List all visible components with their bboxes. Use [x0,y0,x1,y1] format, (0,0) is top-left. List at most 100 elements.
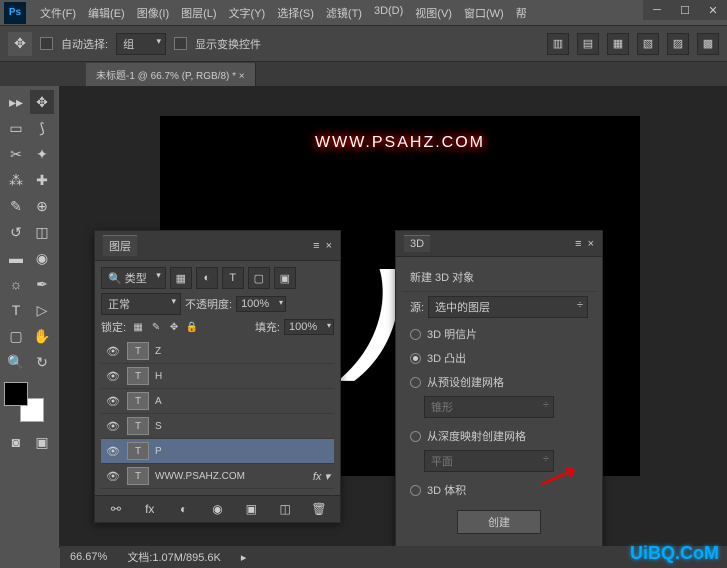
eyedropper-tool[interactable]: ⁂ [4,168,28,192]
fg-color[interactable] [4,382,28,406]
radio-button[interactable] [410,353,421,364]
3d-option-row[interactable]: 3D 明信片 [402,322,596,346]
layer-row[interactable]: 👁TWWW.PSAHZ.COMfx ▾ [101,464,334,489]
type-tool[interactable]: T [4,298,28,322]
layers-tab[interactable]: 图层 [103,235,137,256]
minimize-button[interactable]: ─ [643,0,671,20]
radio-button[interactable] [410,377,421,388]
history-tool[interactable]: ↺ [4,220,28,244]
quickmask-tool[interactable]: ◙ [4,430,28,454]
align-icon[interactable]: ▩ [697,33,719,55]
lock-pixels-icon[interactable]: ✎ [148,319,164,335]
screen-tool[interactable]: ▣ [30,430,54,454]
layer-row[interactable]: 👁TZ [101,339,334,364]
visibility-icon[interactable]: 👁 [105,418,121,434]
3d-option-row[interactable]: 3D 凸出 [402,346,596,370]
layer-row[interactable]: 👁TA [101,389,334,414]
path-tool[interactable]: ▷ [30,298,54,322]
menu-item[interactable]: 文件(F) [34,1,82,25]
align-icon[interactable]: ▧ [637,33,659,55]
radio-button[interactable] [410,329,421,340]
mask-icon[interactable]: ◐ [175,500,193,518]
align-icon[interactable]: ▤ [577,33,599,55]
filter-pixel-icon[interactable]: ▦ [170,267,192,289]
visibility-icon[interactable]: 👁 [105,443,121,459]
blur-tool[interactable]: ◉ [30,246,54,270]
marquee-tool[interactable]: ▭ [4,116,28,140]
new-layer-icon[interactable]: ◫ [276,500,294,518]
hand-tool[interactable]: ✋ [30,324,54,348]
crop-tool[interactable]: ✂ [4,142,28,166]
filter-type-icon[interactable]: T [222,267,244,289]
visibility-icon[interactable]: 👁 [105,368,121,384]
menu-item[interactable]: 编辑(E) [82,1,131,25]
expand-icon[interactable]: ▸▸ [4,90,28,114]
pen-tool[interactable]: ✒ [30,272,54,296]
panel-menu-icon[interactable]: ≡ [575,238,581,250]
rotate-tool[interactable]: ↻ [30,350,54,374]
menu-item[interactable]: 滤镜(T) [320,1,368,25]
zoom-level[interactable]: 66.67% [70,551,107,563]
auto-select-checkbox[interactable] [40,37,53,50]
fx-icon[interactable]: fx [141,500,159,518]
align-icon[interactable]: ▦ [607,33,629,55]
menu-item[interactable]: 帮 [510,1,533,25]
document-tab[interactable]: 未标题-1 @ 66.7% (P, RGB/8) * × [86,63,256,86]
source-dropdown[interactable]: 选中的图层 [428,296,588,318]
group-icon[interactable]: ▣ [242,500,260,518]
3d-option-row[interactable]: 从预设创建网格 [402,370,596,394]
create-button[interactable]: 创建 [457,510,541,534]
filter-adjust-icon[interactable]: ◐ [196,267,218,289]
dodge-tool[interactable]: ☼ [4,272,28,296]
color-swatches[interactable] [4,382,44,422]
gradient-tool[interactable]: ▬ [4,246,28,270]
info-chevron-icon[interactable]: ▸ [241,551,247,564]
shape-tool[interactable]: ▢ [4,324,28,348]
visibility-icon[interactable]: 👁 [105,393,121,409]
fill-field[interactable]: 100% [284,319,334,335]
3d-option-row[interactable]: 从深度映射创建网格 [402,424,596,448]
layer-row[interactable]: 👁TP [101,439,334,464]
close-button[interactable]: ✕ [699,0,727,20]
heal-tool[interactable]: ✚ [30,168,54,192]
wand-tool[interactable]: ✦ [30,142,54,166]
menu-item[interactable]: 文字(Y) [223,1,272,25]
menu-item[interactable]: 窗口(W) [458,1,510,25]
menu-item[interactable]: 视图(V) [409,1,458,25]
3d-tab[interactable]: 3D [404,235,430,252]
3d-option-row[interactable]: 3D 体积 [402,478,596,502]
panel-close-icon[interactable]: × [326,240,332,252]
radio-button[interactable] [410,431,421,442]
link-icon[interactable]: ⚯ [107,500,125,518]
align-icon[interactable]: ▥ [547,33,569,55]
stamp-tool[interactable]: ⊕ [30,194,54,218]
show-transform-checkbox[interactable] [174,37,187,50]
layer-row[interactable]: 👁TS [101,414,334,439]
brush-tool[interactable]: ✎ [4,194,28,218]
lasso-tool[interactable]: ⟆ [30,116,54,140]
lock-position-icon[interactable]: ✥ [166,319,182,335]
move-tool[interactable]: ✥ [30,90,54,114]
delete-icon[interactable]: 🗑 [310,500,328,518]
opacity-field[interactable]: 100% [236,296,286,312]
adjustment-icon[interactable]: ◉ [208,500,226,518]
align-icon[interactable]: ▨ [667,33,689,55]
lock-transparency-icon[interactable]: ▦ [130,319,146,335]
eraser-tool[interactable]: ◫ [30,220,54,244]
menu-item[interactable]: 图像(I) [131,1,175,25]
menu-item[interactable]: 图层(L) [175,1,222,25]
menu-item[interactable]: 选择(S) [271,1,320,25]
filter-smart-icon[interactable]: ▣ [274,267,296,289]
blend-dropdown[interactable]: 正常 [101,293,181,315]
target-dropdown[interactable]: 组 [116,33,166,55]
filter-dropdown[interactable]: 🔍 类型 [101,267,166,289]
visibility-icon[interactable]: 👁 [105,343,121,359]
radio-button[interactable] [410,485,421,496]
move-tool-icon[interactable]: ✥ [8,32,32,56]
lock-all-icon[interactable]: 🔒 [184,319,200,335]
panel-close-icon[interactable]: × [588,238,594,250]
menu-item[interactable]: 3D(D) [368,1,409,25]
visibility-icon[interactable]: 👁 [105,468,121,484]
panel-menu-icon[interactable]: ≡ [313,240,319,252]
filter-shape-icon[interactable]: ▢ [248,267,270,289]
